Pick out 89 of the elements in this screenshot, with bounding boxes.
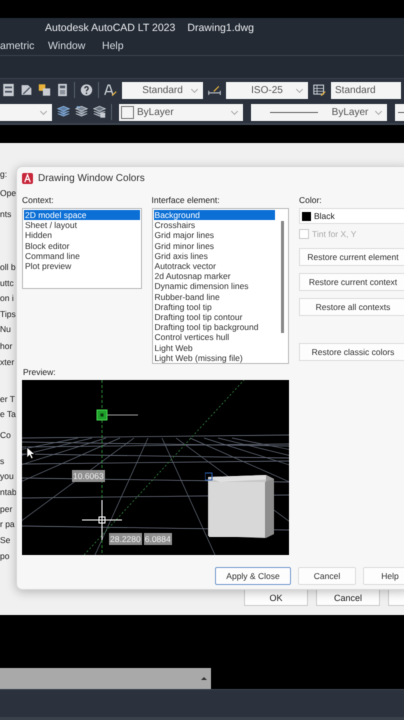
field-label: Interface element: (152, 195, 220, 205)
grip-drawing (96, 409, 138, 421)
list-item[interactable]: Command line (24, 250, 140, 262)
dialog-button[interactable]: Help (363, 567, 404, 585)
list-item[interactable]: 2d Autosnap marker (154, 271, 274, 282)
restore-button[interactable]: Restore all contexts (299, 298, 404, 316)
list-item[interactable]: Grid major lines (154, 230, 274, 241)
linetype-dropdown[interactable]: ByLayer (251, 104, 387, 120)
layers-icon[interactable] (57, 105, 70, 119)
option-label: er T (0, 394, 15, 404)
menu-item[interactable]: Window (48, 40, 86, 52)
calculator-icon[interactable] (56, 83, 69, 97)
list-item[interactable]: Drafting tool tip contour (154, 312, 274, 322)
dialog-button[interactable]: Cancel (316, 589, 380, 606)
color-dropdown[interactable]: ByLayer (119, 104, 243, 120)
dimension-style-dropdown[interactable]: ISO-25 (226, 82, 308, 98)
option-label: r pa (0, 519, 15, 529)
option-label: uttc (0, 278, 14, 288)
scrollbar[interactable] (280, 221, 284, 333)
caret-icon[interactable] (201, 677, 207, 680)
list-item[interactable]: 2D model space (24, 210, 140, 220)
dimension-style-icon[interactable] (208, 83, 221, 97)
option-label: Nu (0, 324, 11, 334)
mouse-pointer-icon (26, 446, 35, 460)
color-swatch (302, 212, 311, 220)
files-icon[interactable] (38, 83, 51, 97)
menu-item[interactable]: ametric (0, 40, 34, 52)
option-label: nts (0, 209, 12, 219)
restore-button[interactable]: Restore current context (299, 273, 404, 291)
dimension-readout: 6.0884 (144, 533, 172, 545)
layers-icon[interactable] (93, 105, 106, 119)
text-style-icon[interactable] (104, 83, 117, 97)
layer-dropdown[interactable] (0, 104, 52, 120)
document-title: Drawing1.dwg (187, 22, 254, 34)
option-label: Tips (0, 309, 16, 319)
restore-button[interactable]: Restore classic colors (299, 343, 404, 361)
cube-drawing (205, 472, 277, 538)
color-dropdown[interactable]: Black (299, 208, 404, 224)
option-label: g: (0, 169, 8, 179)
table-style-dropdown[interactable]: Standard (331, 82, 401, 98)
dialog-title: Drawing Window Colors (38, 172, 145, 184)
option-label: Se (0, 535, 10, 545)
window-title: Autodesk AutoCAD LT 2023 (45, 22, 176, 34)
text-style-dropdown[interactable]: Standard (122, 82, 203, 98)
dialog-button[interactable]: Cancel (298, 567, 356, 585)
field-label: Preview: (23, 367, 57, 377)
option-label: oll b (0, 262, 16, 272)
dimension-readout: 10.6063 (72, 470, 105, 482)
option-label: Ope (0, 188, 16, 198)
option-label: e Ta (0, 409, 16, 419)
list-item[interactable]: Block editor (24, 240, 140, 251)
list-item[interactable]: Drafting tool tip (154, 302, 274, 312)
list-item[interactable]: Sheet / layout (24, 220, 140, 230)
checkbox-label: Tint for X, Y (312, 229, 356, 239)
option-label: per (0, 504, 12, 514)
list-item[interactable]: Dynamic dimension lines (154, 281, 274, 292)
field-label: Color: (299, 195, 322, 205)
list-item[interactable]: Light Web (154, 342, 274, 353)
option-label: on i (0, 293, 14, 303)
restore-button[interactable]: Restore current element (299, 248, 404, 266)
list-item[interactable]: Drafting tool tip background (154, 322, 274, 332)
list-item[interactable]: Crosshairs (154, 220, 274, 230)
option-label: ntab (0, 487, 17, 497)
properties-icon[interactable] (2, 83, 15, 97)
app-icon (22, 172, 33, 184)
option-label: po (0, 551, 10, 561)
list-item[interactable]: Control vertices hull (154, 332, 274, 343)
layers-icon[interactable] (75, 105, 88, 119)
option-label: hor (0, 341, 12, 351)
list-item[interactable]: Plot preview (24, 261, 140, 272)
list-item[interactable]: Grid minor lines (154, 240, 274, 251)
menu-item[interactable]: Help (102, 40, 124, 52)
list-item[interactable]: Autotrack vector (154, 261, 274, 272)
list-item[interactable]: Grid axis lines (154, 250, 274, 262)
table-style-icon[interactable] (313, 83, 326, 97)
dialog-button[interactable]: Apply & Close (215, 567, 291, 585)
dimension-readout: 28.2280 (109, 533, 142, 545)
option-label: you (0, 471, 14, 481)
help-icon[interactable] (80, 83, 93, 97)
dialog-button[interactable]: OK (244, 589, 308, 606)
page-icon[interactable] (20, 83, 33, 97)
list-item[interactable]: Light Web (missing file) (154, 352, 274, 364)
option-label: Co (0, 430, 11, 440)
field-label: Context: (22, 195, 54, 205)
list-item[interactable]: Rubber-band line (154, 292, 274, 302)
option-label: xter (0, 357, 14, 367)
option-label: s (0, 456, 4, 466)
list-item[interactable]: Background (154, 210, 275, 220)
list-item[interactable]: Hidden (24, 230, 140, 241)
